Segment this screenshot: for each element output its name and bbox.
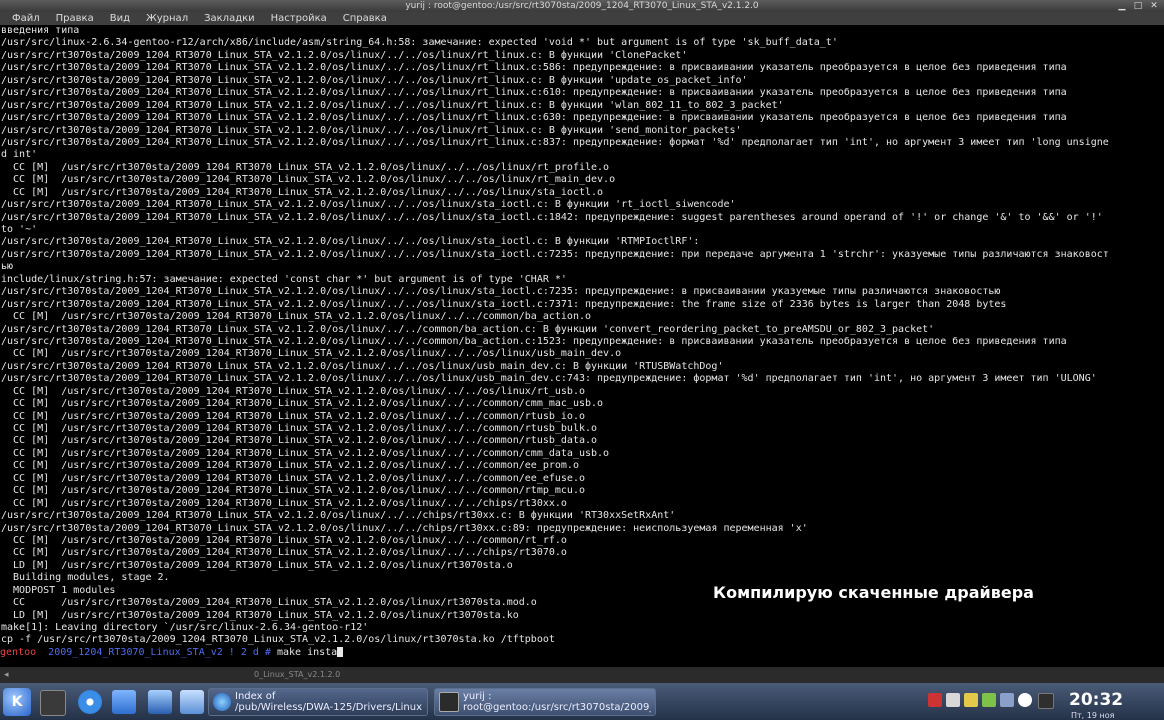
terminal-line: /usr/src/rt3070sta/2009_1204_RT3070_Linu… [1,522,808,534]
terminal-line: CC [M] /usr/src/rt3070sta/2009_1204_RT30… [1,534,567,546]
terminal-line: CC [M] /usr/src/rt3070sta/2009_1204_RT30… [1,472,585,484]
maximize-icon[interactable]: □ [1132,0,1144,12]
terminal-line: CC [M] /usr/src/rt3070sta/2009_1204_RT30… [1,447,610,459]
terminal-line: /usr/src/rt3070sta/2009_1204_RT3070_Linu… [1,99,784,111]
window-title: yurij : root@gentoo:/usr/src/rt3070sta/2… [405,1,759,11]
menu-help[interactable]: Справка [335,12,395,25]
task-browser-label: Index of /pub/Wireless/DWA-125/Drivers/L… [235,691,423,713]
terminal-line: /usr/src/rt3070sta/2009_1204_RT3070_Linu… [1,335,1067,347]
terminal-line: CC [M] /usr/src/rt3070sta/2009_1204_RT30… [1,485,585,497]
terminal-line: CC [M] /usr/src/rt3070sta/2009_1204_RT30… [1,398,604,410]
flag-icon[interactable] [928,693,942,707]
terminal-tab-strip: ◂ 0_Linux_STA_v2.1.2.0 [0,667,1164,683]
terminal-line: /usr/src/rt3070sta/2009_1204_RT3070_Linu… [1,286,1001,298]
terminal-tab-label[interactable]: 0_Linux_STA_v2.1.2.0 [254,667,340,683]
terminal-line: ью [1,261,14,273]
mail-launcher-icon[interactable] [148,690,172,714]
window-titlebar: yurij : root@gentoo:/usr/src/rt3070sta/2… [0,0,1164,12]
terminal-output[interactable]: введения типа/usr/src/linux-2.6.34-gento… [0,25,1164,667]
arrow-left-icon[interactable]: ◂ [4,667,9,683]
terminal-line: /usr/src/rt3070sta/2009_1204_RT3070_Linu… [1,298,1007,310]
terminal-line: /usr/src/rt3070sta/2009_1204_RT3070_Linu… [1,236,700,248]
prompt-command: make insta [276,646,338,658]
clock-time[interactable]: 20:32 [1069,690,1123,710]
terminal-line: include/linux/string.h:57: замечание: ex… [1,273,567,285]
terminal-line: cp -f /usr/src/rt3070sta/2009_1204_RT307… [1,634,555,646]
terminal-line: CC [M] /usr/src/rt3070sta/2009_1204_RT30… [1,186,604,198]
volume-icon[interactable] [1000,693,1014,707]
terminal-line: d int' [1,149,38,161]
terminal-line: CC [M] /usr/src/rt3070sta/2009_1204_RT30… [1,311,592,323]
text-cursor [337,646,344,657]
taskbar: K Index of /pub/Wireless/DWA-125/Drivers… [0,683,1164,720]
task-browser[interactable]: Index of /pub/Wireless/DWA-125/Drivers/L… [208,688,428,716]
prompt-path: 2009_1204_RT3070_Linux_STA_v2 [42,646,229,658]
terminal-line: LD [M] /usr/src/rt3070sta/2009_1204_RT30… [1,559,513,571]
terminal-line: CC [M] /usr/src/rt3070sta/2009_1204_RT30… [1,348,622,360]
terminal-line: CC [M] /usr/src/rt3070sta/2009_1204_RT30… [1,497,567,509]
terminal-line: CC [M] /usr/src/rt3070sta/2009_1204_RT30… [1,161,610,173]
prompt-separator: ! 2 d # [228,646,277,658]
clipboard-icon[interactable] [946,693,960,707]
terminal-line: /usr/src/rt3070sta/2009_1204_RT3070_Linu… [1,199,736,211]
terminal-line: CC [M] /usr/src/rt3070sta/2009_1204_RT30… [1,410,585,422]
terminal-line: /usr/src/rt3070sta/2009_1204_RT3070_Linu… [1,112,1067,124]
clock-date: Пт, 19 ноя [1071,711,1115,720]
terminal-line: CC [M] /usr/src/rt3070sta/2009_1204_RT30… [1,174,616,186]
battery-icon[interactable] [982,693,996,707]
task-terminal[interactable]: yurij : root@gentoo:/usr/src/rt3070sta/2… [434,688,656,716]
menu-file[interactable]: Файл [4,12,48,25]
terminal-line: make[1]: Leaving directory `/usr/src/lin… [1,622,369,633]
menu-bar: Файл Правка Вид Журнал Закладки Настройк… [0,12,1164,25]
menu-history[interactable]: Журнал [138,12,196,25]
terminal-line: /usr/src/rt3070sta/2009_1204_RT3070_Linu… [1,87,1067,99]
terminal-line: CC [M] /usr/src/rt3070sta/2009_1204_RT30… [1,423,598,434]
record-icon[interactable] [1018,693,1032,707]
terminal-line: CC [M] /usr/src/rt3070sta/2009_1204_RT30… [1,460,579,472]
terminal-line: CC [M] /usr/src/rt3070sta/2009_1204_RT30… [1,547,567,559]
window-controls: ▁ □ ✕ [1116,0,1160,12]
task-terminal-label: yurij : root@gentoo:/usr/src/rt3070sta/2… [463,691,651,713]
terminal-line: /usr/src/rt3070sta/2009_1204_RT3070_Linu… [1,136,1109,148]
video-caption: Компилирую скаченные драйвера [713,583,1034,602]
terminal-line: /usr/src/rt3070sta/2009_1204_RT3070_Linu… [1,510,676,522]
menu-settings[interactable]: Настройка [263,12,335,25]
terminal-line: введения типа [1,25,80,36]
terminal-line: /usr/src/rt3070sta/2009_1204_RT3070_Linu… [1,211,1103,223]
terminal-line: /usr/src/linux-2.6.34-gentoo-r12/arch/x8… [1,37,838,49]
terminal-line: /usr/src/rt3070sta/2009_1204_RT3070_Linu… [1,360,724,372]
konsole-icon [439,692,459,712]
terminal-prompt[interactable]: gentoo 2009_1204_RT3070_Linux_STA_v2 ! 2… [0,646,1164,659]
file-manager-icon[interactable] [112,690,136,714]
chrome-launcher-icon[interactable] [78,690,102,714]
terminal-line: LD [M] /usr/src/rt3070sta/2009_1204_RT30… [1,609,519,621]
terminal-line: /usr/src/rt3070sta/2009_1204_RT3070_Linu… [1,248,1109,260]
terminal-lines: введения типа/usr/src/linux-2.6.34-gento… [0,25,1164,647]
desktop-icon[interactable] [180,690,204,714]
terminal-line: /usr/src/rt3070sta/2009_1204_RT3070_Linu… [1,323,935,335]
prompt-host: gentoo [0,646,37,658]
menu-bookmarks[interactable]: Закладки [196,12,263,25]
terminal-line: CC [M] /usr/src/rt3070sta/2009_1204_RT30… [1,385,585,397]
terminal-line: /usr/src/rt3070sta/2009_1204_RT3070_Linu… [1,373,1097,385]
close-icon[interactable]: ✕ [1148,0,1160,12]
browser-icon [213,693,231,711]
terminal-line: /usr/src/rt3070sta/2009_1204_RT3070_Linu… [1,62,1067,74]
terminal-line: to '~' [1,224,38,235]
minimize-icon[interactable]: ▁ [1116,0,1128,12]
menu-view[interactable]: Вид [102,12,138,25]
network-icon[interactable] [964,693,978,707]
terminal-line: /usr/src/rt3070sta/2009_1204_RT3070_Linu… [1,74,748,86]
kde-menu-button[interactable]: K [3,688,31,716]
terminal-line: CC [M] /usr/src/rt3070sta/2009_1204_RT30… [1,435,598,447]
terminal-line: /usr/src/rt3070sta/2009_1204_RT3070_Linu… [1,124,742,136]
terminal-launcher-icon[interactable] [40,690,66,716]
updates-icon[interactable] [1038,693,1054,709]
menu-edit[interactable]: Правка [48,12,102,25]
terminal-line: /usr/src/rt3070sta/2009_1204_RT3070_Linu… [1,49,688,61]
